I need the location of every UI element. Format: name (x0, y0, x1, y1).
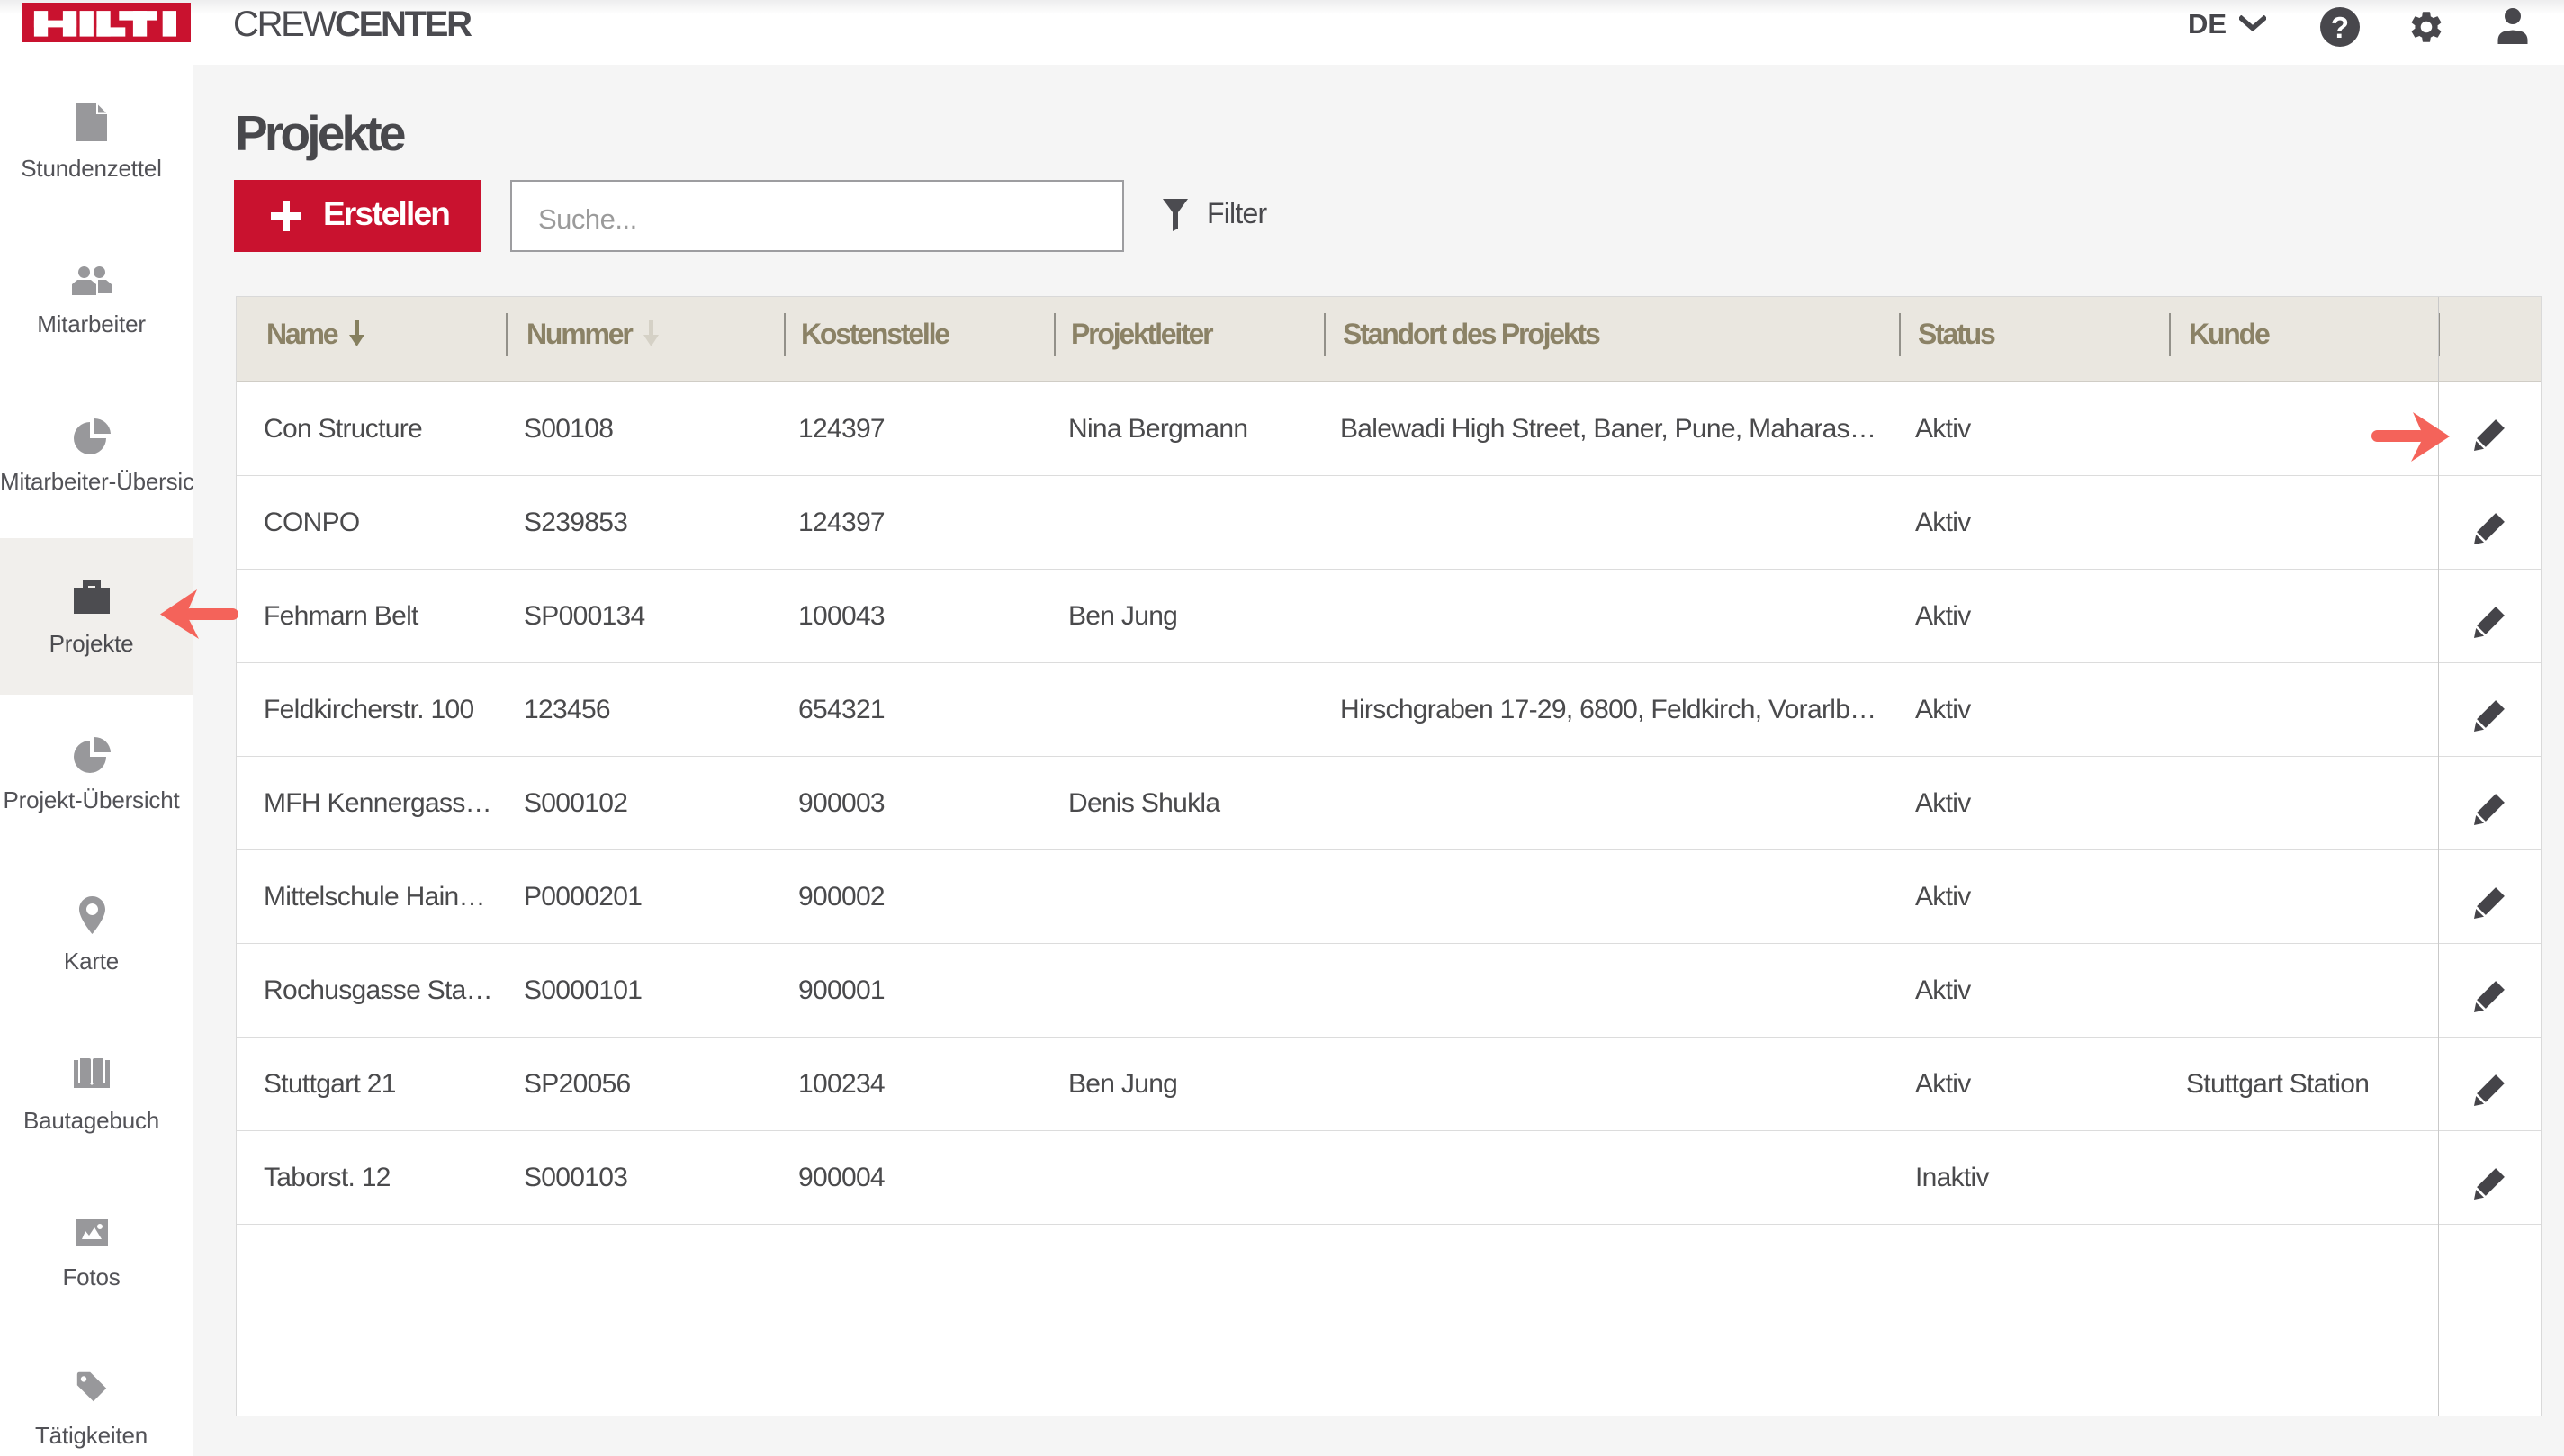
svg-text:?: ? (2331, 11, 2349, 44)
